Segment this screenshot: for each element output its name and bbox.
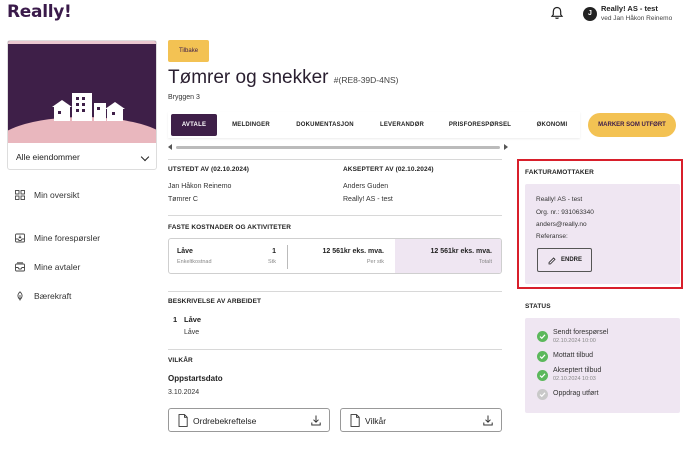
cost-unit-price-sub: Per stk xyxy=(366,259,384,265)
check-circle-icon xyxy=(537,331,548,342)
status-label: Oppdrag utført xyxy=(553,390,599,397)
bell-icon[interactable] xyxy=(550,6,564,20)
sidebar-item-label: Min oversikt xyxy=(34,190,80,200)
property-illustration xyxy=(8,41,156,143)
sidebar-item-agreements[interactable]: Mine avtaler xyxy=(15,260,80,274)
divider xyxy=(168,291,502,292)
check-circle-icon xyxy=(537,370,548,381)
page-title: Tømrer og snekker #(RE8-39D-4NS) xyxy=(168,67,398,89)
accepted-label: AKSEPTERT AV (02.10.2024) xyxy=(343,166,434,173)
user-subtitle: ved Jan Håkon Reinemo xyxy=(601,15,673,22)
tab-agreement[interactable]: AVTALE xyxy=(171,114,217,136)
property-select-value: Alle eiendommer xyxy=(16,152,80,162)
issued-label: UTSTEDT AV (02.10.2024) xyxy=(168,166,250,173)
cost-qty: 1 xyxy=(272,248,276,255)
issued-name: Jan Håkon Reinemo xyxy=(168,183,232,190)
cost-qty-unit: Stk xyxy=(268,259,276,265)
avatar[interactable]: J xyxy=(583,7,597,21)
sidebar-item-label: Mine forespørsler xyxy=(34,233,101,243)
grid-icon xyxy=(15,190,25,200)
download-icon xyxy=(483,415,493,426)
invoice-title: FAKTURAMOTTAKER xyxy=(525,169,594,176)
invoice-reference: Referanse: xyxy=(536,233,568,240)
cost-total: 12 561kr eks. mva. xyxy=(430,248,493,255)
document-icon xyxy=(178,414,188,427)
page-title-text: Tømrer og snekker xyxy=(168,67,329,88)
costs-label: FASTE KOSTNADER OG AKTIVITETER xyxy=(168,224,292,231)
total-highlight xyxy=(395,239,501,273)
start-date-label: Oppstartsdato xyxy=(168,374,223,383)
status-date: 02.10.2024 10:03 xyxy=(553,376,596,382)
app-logo[interactable]: Really! xyxy=(7,2,72,22)
sidebar-item-requests[interactable]: Mine forespørsler xyxy=(15,231,100,245)
chevron-down-icon xyxy=(140,152,150,162)
tab-bar: AVTALE MELDINGER DOKUMENTASJON LEVERANDØ… xyxy=(168,112,580,138)
cost-total-sub: Totalt xyxy=(478,259,492,265)
tab-price-request[interactable]: PRISFORESPØRSEL xyxy=(440,114,520,136)
tab-supplier[interactable]: LEVERANDØR xyxy=(372,114,432,136)
sidebar-item-sustainability[interactable]: Bærekraft xyxy=(15,289,71,303)
edit-label: ENDRE xyxy=(561,257,583,263)
edit-invoice-button[interactable]: ENDRE xyxy=(537,248,592,272)
tab-economy[interactable]: ØKONOMI xyxy=(528,114,576,136)
status-title: STATUS xyxy=(525,303,551,310)
accepted-name: Anders Guden xyxy=(343,183,389,190)
start-date: 3.10.2024 xyxy=(168,389,200,396)
document-icon xyxy=(350,414,360,427)
description-title: Låve xyxy=(184,315,202,324)
description-number: 1 xyxy=(173,315,178,324)
contract-icon xyxy=(15,262,25,272)
pencil-icon xyxy=(548,257,556,265)
accepted-company: Really! AS - test xyxy=(343,196,393,203)
description-label: BESKRIVELSE AV ARBEIDET xyxy=(168,298,262,305)
status-label: Akseptert tilbud xyxy=(553,367,602,374)
status-label: Mottatt tilbud xyxy=(553,352,594,359)
divider xyxy=(168,215,502,216)
address: Bryggen 3 xyxy=(168,94,200,101)
cost-item-type: Enkeltkostnad xyxy=(177,259,212,265)
job-id: #(RE8-39D-4NS) xyxy=(333,75,399,85)
status-label: Sendt forespørsel xyxy=(553,329,609,336)
status-date: 02.10.2024 10:00 xyxy=(553,338,596,344)
sidebar-item-overview[interactable]: Min oversikt xyxy=(15,188,79,202)
invoice-email: anders@really.no xyxy=(536,221,587,228)
tab-documentation[interactable]: DOKUMENTASJON xyxy=(286,114,364,136)
inbox-icon xyxy=(15,233,25,243)
mark-done-button[interactable]: MARKER SOM UTFØRT xyxy=(588,113,676,137)
leaf-icon xyxy=(17,291,23,301)
property-select[interactable]: Alle eiendommer xyxy=(8,145,156,169)
scroll-right-icon[interactable] xyxy=(504,144,508,150)
issued-company: Tømrer C xyxy=(168,196,198,203)
divider xyxy=(168,349,502,350)
cost-unit-price: 12 561kr eks. mva. xyxy=(322,248,385,255)
cost-item-name: Låve xyxy=(177,248,193,255)
scrollbar-thumb[interactable] xyxy=(176,146,500,149)
invoice-org-number: Org. nr.: 931063340 xyxy=(536,209,594,216)
back-button[interactable]: Tilbake xyxy=(168,40,209,62)
top-bar: Really! J Really! AS - test ved Jan Håko… xyxy=(0,0,688,34)
download-order-confirmation-button[interactable]: Ordrebekreftelse xyxy=(168,408,330,432)
file-label: Vilkår xyxy=(365,416,387,426)
file-label: Ordrebekreftelse xyxy=(193,416,257,426)
sidebar-item-label: Bærekraft xyxy=(34,291,72,301)
download-terms-button[interactable]: Vilkår xyxy=(340,408,502,432)
check-circle-icon xyxy=(537,351,548,362)
cost-separator xyxy=(287,245,288,269)
tab-messages[interactable]: MELDINGER xyxy=(224,114,278,136)
divider xyxy=(168,159,502,160)
tab-scrollbar[interactable] xyxy=(168,144,508,150)
check-circle-icon xyxy=(537,389,548,400)
scroll-left-icon[interactable] xyxy=(168,144,172,150)
invoice-company: Really! AS - test xyxy=(536,196,583,203)
sidebar-item-label: Mine avtaler xyxy=(34,262,81,272)
user-name[interactable]: Really! AS - test xyxy=(601,4,658,13)
download-icon xyxy=(311,415,321,426)
terms-label: VILKÅR xyxy=(168,357,193,364)
property-card: Alle eiendommer xyxy=(7,40,157,170)
cost-row: Låve Enkeltkostnad 1 Stk 12 561kr eks. m… xyxy=(168,238,502,274)
description-text: Låve xyxy=(184,329,200,336)
